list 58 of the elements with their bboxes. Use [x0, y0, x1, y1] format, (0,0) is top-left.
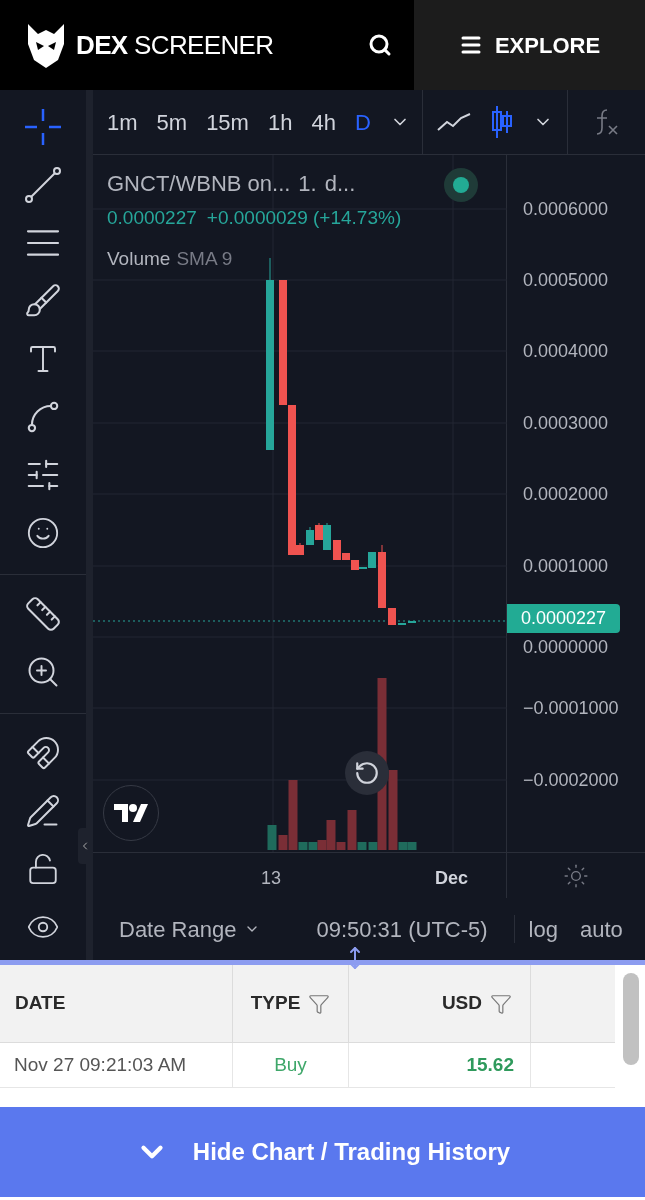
volume-label: Volume — [107, 246, 171, 271]
auto-scale-button[interactable]: auto — [579, 912, 623, 946]
interval-label: 1. — [298, 170, 317, 198]
brand-name: DEX SCREENER — [76, 28, 274, 62]
price-change: +0.0000029 (+14.73%) — [206, 206, 402, 230]
indicator-label: SMA 9 — [176, 246, 233, 271]
reset-icon — [354, 760, 380, 786]
column-header[interactable]: DATE — [0, 965, 233, 1042]
settings-icon[interactable] — [563, 862, 589, 889]
timeframe-button[interactable]: 1m — [107, 105, 138, 139]
reset-view-button[interactable] — [345, 751, 389, 795]
line-chart-icon[interactable] — [436, 112, 471, 132]
exchange-label: d... — [324, 170, 356, 198]
candle — [398, 622, 406, 626]
price-axis-label: 0.0004000 — [523, 342, 609, 360]
table-cell: Nov 27 09:21:03 AM — [0, 1043, 233, 1087]
chart-logo-button[interactable] — [103, 785, 159, 841]
price-axis-label: −0.0002000 — [523, 771, 619, 789]
column-header[interactable]: USD — [349, 965, 531, 1042]
hide-chart-button[interactable]: Hide Chart / Trading History — [0, 1107, 645, 1197]
price-value: 0.0000227 — [107, 206, 197, 230]
timeframe-button[interactable]: 4h — [311, 105, 336, 139]
price-axis-label: 0.0006000 — [523, 200, 609, 218]
chart-logo-icon — [114, 804, 148, 822]
timeframe-button[interactable]: D — [354, 105, 371, 139]
symbol-title: GNCT/WBNB on... — [107, 170, 291, 198]
crosshair-icon[interactable] — [23, 107, 63, 147]
price-axis-label: 0.0005000 — [523, 271, 609, 289]
explore-button[interactable]: EXPLORE — [414, 0, 645, 90]
lock-open-icon[interactable] — [26, 852, 60, 886]
candle — [388, 607, 396, 626]
filter-icon[interactable] — [308, 992, 331, 1015]
filter-icon[interactable] — [490, 992, 512, 1015]
timeframe-button[interactable]: 1h — [267, 105, 293, 139]
timeframe-button[interactable]: 15m — [206, 105, 249, 139]
trend-line-icon[interactable] — [23, 165, 63, 205]
candlestick-icon[interactable] — [490, 105, 513, 139]
ruler-icon[interactable] — [24, 595, 62, 633]
time-axis-label: 13 — [261, 867, 282, 890]
price-axis-label: 0.0002000 — [523, 485, 609, 503]
price-axis-label: 0.0003000 — [523, 414, 609, 432]
clock-time: 09:50:31 (UTC-5) — [316, 915, 488, 944]
candle — [378, 544, 386, 609]
log-scale-button[interactable]: log — [528, 912, 558, 946]
time-axis-label: Dec — [435, 867, 469, 890]
candle — [408, 620, 416, 624]
date-range-button[interactable]: Date Range — [119, 912, 261, 946]
price-axis-label: 0.0000000 — [523, 638, 609, 656]
search-icon — [368, 33, 392, 57]
timeframe-button[interactable]: 5m — [156, 105, 188, 139]
table-cell: 15.62 — [349, 1043, 531, 1087]
table-cell: Buy — [233, 1043, 349, 1087]
price-axis-label: 0.0001000 — [523, 557, 609, 575]
smiley-icon[interactable] — [26, 516, 60, 550]
column-header[interactable]: TYPE — [233, 965, 349, 1042]
magnet-icon[interactable] — [25, 735, 61, 771]
price-axis-label: −0.0001000 — [523, 699, 619, 717]
last-price-tag: 0.0000227 — [507, 604, 621, 633]
